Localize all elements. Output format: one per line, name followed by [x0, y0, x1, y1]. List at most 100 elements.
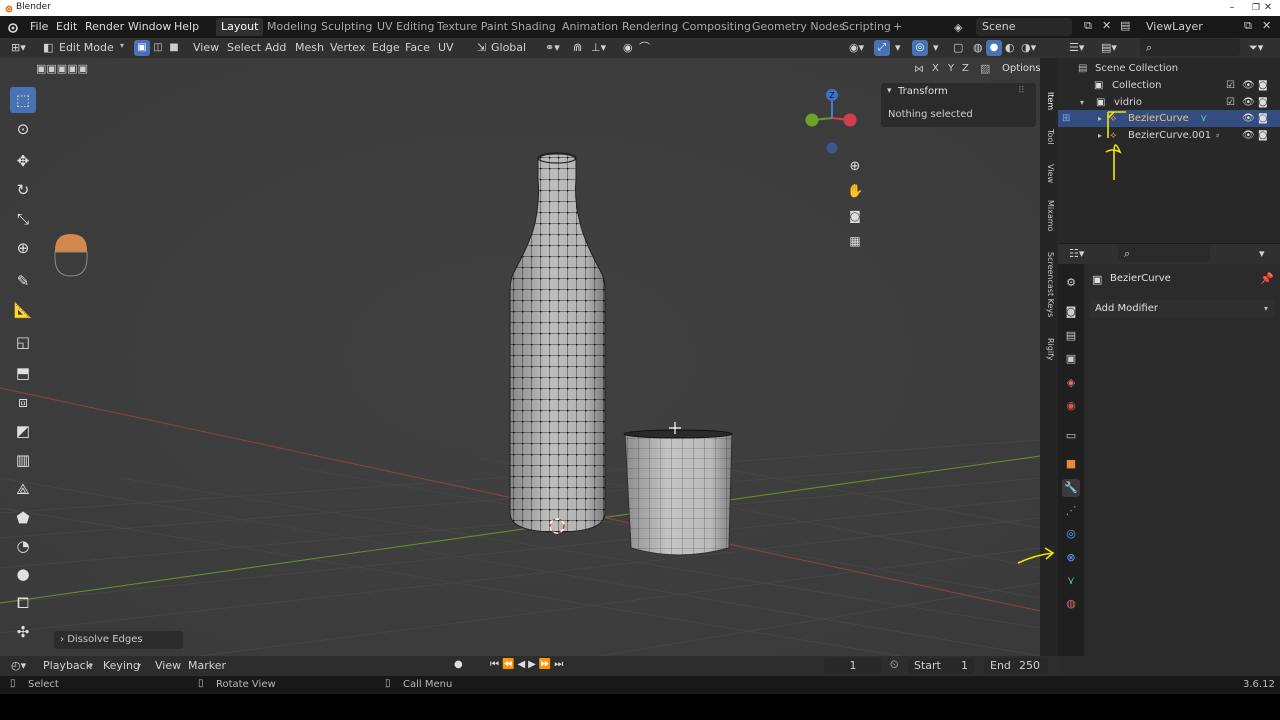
- menu-render[interactable]: Render: [81, 19, 128, 35]
- filter-icon[interactable]: ⏷▾: [1246, 40, 1266, 56]
- eye-icon[interactable]: 👁: [1242, 94, 1255, 111]
- camera-icon[interactable]: ◙: [1258, 94, 1268, 111]
- edge-select-icon[interactable]: ◫: [150, 40, 166, 56]
- menu-edge[interactable]: Edge: [369, 40, 403, 56]
- material-tab-icon[interactable]: ◍: [1062, 595, 1080, 613]
- annotate-tool-icon[interactable]: ✎: [10, 268, 36, 294]
- menu-window[interactable]: Window: [124, 19, 175, 35]
- axis-x-toggle[interactable]: X: [932, 63, 939, 74]
- eye-icon[interactable]: 👁: [1242, 127, 1255, 144]
- mode-dropdown[interactable]: Edit Mode: [56, 40, 128, 56]
- extrude-tool-icon[interactable]: ⬒: [10, 360, 36, 386]
- clock-icon[interactable]: ⏲: [890, 658, 899, 672]
- drag-handle-icon[interactable]: ⠿: [1018, 86, 1025, 96]
- visibility-icon[interactable]: ◉▾: [846, 40, 867, 56]
- new-scene-icon[interactable]: ⧉: [1084, 19, 1092, 33]
- scene-field[interactable]: Scene: [976, 18, 1072, 36]
- box-select-mode-icons[interactable]: ▣▣▣▣▣: [36, 62, 88, 75]
- modifier-tab-icon[interactable]: 🔧: [1062, 479, 1080, 497]
- tab-uv-editing[interactable]: UV Editing: [372, 18, 439, 36]
- properties-search-input[interactable]: ⌕: [1118, 245, 1210, 262]
- orientation-dropdown[interactable]: Global: [488, 40, 529, 56]
- menu-add[interactable]: Add: [262, 40, 289, 56]
- menu-timeline-view[interactable]: View: [152, 658, 184, 674]
- output-tab-icon[interactable]: ▤: [1062, 327, 1080, 345]
- tab-compositing[interactable]: Compositing: [677, 18, 756, 36]
- select-box-tool-icon[interactable]: ⬚: [10, 87, 36, 113]
- outliner-row-collection[interactable]: ▣ Collection ☑ 👁 ◙: [1058, 77, 1280, 94]
- proportional-edit-icon[interactable]: ◉: [620, 40, 636, 56]
- outliner-row-scene-collection[interactable]: ▤ Scene Collection: [1058, 60, 1280, 77]
- inset-tool-icon[interactable]: ⧈: [10, 389, 36, 415]
- edge-slide-tool-icon[interactable]: ⧠: [10, 590, 36, 616]
- scene-tab-icon[interactable]: ◈: [1062, 374, 1080, 392]
- menu-file[interactable]: File: [26, 19, 52, 35]
- poly-build-tool-icon[interactable]: ⬟: [10, 505, 36, 531]
- collection-tab-icon[interactable]: ▭: [1062, 427, 1080, 445]
- properties-editor-type-icon[interactable]: ☷▾: [1066, 246, 1087, 262]
- view-layer-tab-icon[interactable]: ▣: [1062, 350, 1080, 368]
- delete-view-layer-icon[interactable]: ✕: [1262, 19, 1271, 32]
- vertex-select-icon[interactable]: ▣: [134, 40, 150, 56]
- gizmo-dropdown-icon[interactable]: ▾: [892, 40, 904, 56]
- menu-playback[interactable]: Playback: [40, 658, 95, 674]
- zoom-icon[interactable]: ⊕: [847, 159, 863, 175]
- add-modifier-button[interactable]: Add Modifier ▾: [1090, 300, 1274, 318]
- data-tab-icon[interactable]: ⋎: [1062, 572, 1080, 590]
- world-tab-icon[interactable]: ◉: [1062, 397, 1080, 415]
- outliner-row-beziercurve[interactable]: ⊞ ▸ ⟡ BezierCurve ⋎ 👁 ◙: [1058, 110, 1280, 127]
- tab-geometry-nodes[interactable]: Geometry Nodes: [747, 18, 850, 36]
- material-shading-icon[interactable]: ◐: [1002, 40, 1018, 56]
- eye-icon[interactable]: 👁: [1242, 77, 1255, 94]
- smooth-tool-icon[interactable]: ●: [10, 561, 36, 587]
- menu-select[interactable]: Select: [224, 40, 264, 56]
- menu-mesh[interactable]: Mesh: [292, 40, 327, 56]
- chevron-down-icon[interactable]: ▾: [1080, 94, 1084, 111]
- move-tool-icon[interactable]: ✥: [10, 148, 36, 174]
- solid-shading-icon[interactable]: ●: [986, 40, 1002, 56]
- eye-icon[interactable]: 👁: [1242, 110, 1255, 127]
- pan-hand-icon[interactable]: ✋: [847, 184, 863, 200]
- rendered-shading-icon[interactable]: ◑▾: [1018, 40, 1039, 56]
- tab-rendering[interactable]: Rendering: [617, 18, 683, 36]
- start-frame-field[interactable]: Start 1: [908, 658, 974, 674]
- menu-help[interactable]: Help: [170, 19, 203, 35]
- falloff-icon[interactable]: ⌒: [636, 40, 653, 56]
- tab-modeling[interactable]: Modeling: [262, 18, 322, 36]
- face-select-icon[interactable]: ■: [166, 40, 182, 56]
- snap-settings-icon[interactable]: ⊥▾: [588, 40, 609, 56]
- menu-view[interactable]: View: [190, 40, 222, 56]
- camera-icon[interactable]: ◙: [1258, 110, 1268, 127]
- menu-edit[interactable]: Edit: [52, 19, 81, 35]
- minimize-button[interactable]: –: [1220, 1, 1244, 15]
- tab-sculpting[interactable]: Sculpting: [316, 18, 377, 36]
- options-dropdown[interactable]: Options: [1002, 63, 1040, 74]
- camera-icon[interactable]: ◙: [1258, 77, 1268, 94]
- overlay-toggle-icon[interactable]: ◎: [912, 40, 928, 56]
- menu-face[interactable]: Face: [402, 40, 433, 56]
- scale-tool-icon[interactable]: ⤡: [10, 206, 36, 232]
- current-frame-field[interactable]: 1: [824, 658, 882, 674]
- tool-settings-tab-icon[interactable]: ⚙: [1062, 274, 1080, 292]
- axis-z-toggle[interactable]: Z: [962, 63, 969, 74]
- xray-icon[interactable]: ▢: [950, 40, 966, 56]
- outliner-row-beziercurve-001[interactable]: ▸ ⟡ BezierCurve.001 ⸗ 👁 ◙: [1058, 127, 1280, 144]
- tab-shading[interactable]: Shading: [506, 18, 561, 36]
- scene-icon[interactable]: ◈: [954, 21, 962, 34]
- bevel-tool-icon[interactable]: ◩: [10, 418, 36, 444]
- display-mode-icon[interactable]: ▤▾: [1098, 40, 1120, 56]
- cursor-tool-icon[interactable]: ⊙: [10, 116, 36, 142]
- tab-tool[interactable]: Tool: [1041, 124, 1055, 150]
- tab-rigify[interactable]: Rigify: [1041, 334, 1055, 364]
- camera-icon[interactable]: ◙: [1258, 127, 1268, 144]
- tab-item[interactable]: Item: [1041, 88, 1055, 114]
- pivot-icon[interactable]: ⚭▾: [542, 40, 563, 56]
- view-layer-icon[interactable]: ▤: [1120, 19, 1130, 32]
- last-operator-panel[interactable]: › Dissolve Edges: [54, 631, 183, 649]
- snap-icon[interactable]: ⋒: [570, 40, 585, 56]
- measure-tool-icon[interactable]: 📐: [10, 297, 36, 323]
- mirror-icon[interactable]: ⋈: [914, 64, 924, 75]
- timeline-editor-type-icon[interactable]: ◴▾: [8, 658, 29, 674]
- properties-options-icon[interactable]: ▾: [1256, 246, 1268, 262]
- add-workspace-button[interactable]: +: [888, 18, 907, 36]
